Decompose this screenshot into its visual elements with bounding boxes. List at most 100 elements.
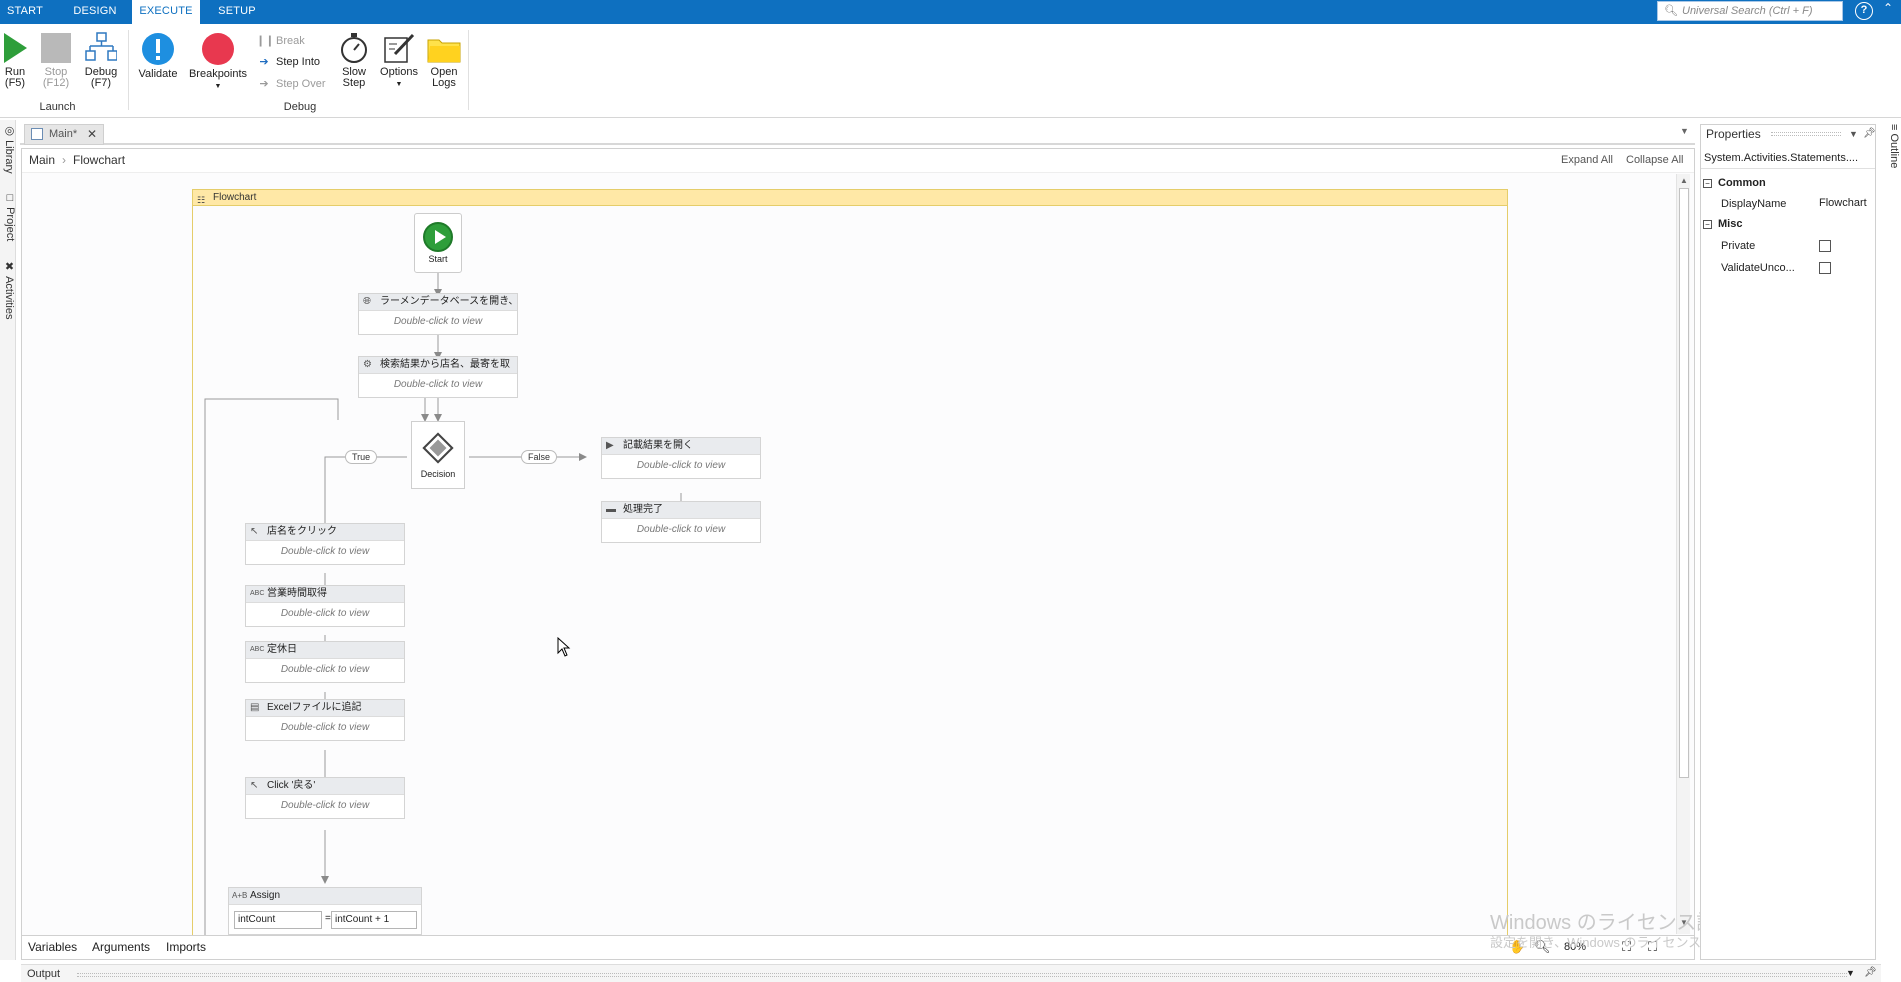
activity-assign[interactable]: A+B Assign intCount = intCount + 1 (228, 887, 422, 935)
activity-get-business-hours[interactable]: ABC 営業時間取得 Double-click to view (245, 585, 405, 627)
options-button[interactable]: Options ▼ (378, 32, 420, 90)
folder-icon (427, 39, 461, 63)
run-icon (4, 33, 27, 63)
slow-step-button[interactable]: Slow Step (336, 32, 372, 89)
assign-value-field[interactable]: intCount + 1 (331, 911, 417, 929)
step-over-button[interactable]: ➔ Step Over (256, 75, 325, 93)
flowchart-container[interactable]: ☷ Flowchart Start 🌐︎ ラーメンデータベースを開き、 Doub… (192, 189, 1508, 935)
designer-header: Main › Flowchart Expand All Collapse All (22, 149, 1694, 173)
display-name-value[interactable]: Flowchart (1819, 197, 1867, 209)
breakpoint-icon (202, 33, 234, 65)
activity-open-results[interactable]: ▶ 記載結果を開く Double-click to view (601, 437, 761, 479)
breadcrumb-item-main[interactable]: Main (29, 153, 55, 167)
close-icon[interactable]: ✕ (87, 125, 97, 144)
universal-search-input[interactable]: 🔍︎ Universal Search (Ctrl + F) (1657, 1, 1843, 21)
expand-all-link[interactable]: Expand All (1561, 154, 1613, 166)
chevron-down-icon: ▼ (214, 83, 222, 90)
scroll-up-icon[interactable]: ▲ (1680, 176, 1688, 185)
properties-panel: Properties ▼ 📌︎ System.Activities.Statem… (1700, 124, 1876, 960)
activity-append-excel[interactable]: ▤ Excelファイルに追記 Double-click to view (245, 699, 405, 741)
mouse-cursor-icon (557, 637, 571, 657)
activity-click-back[interactable]: ↖ Click '戻る' Double-click to view (245, 777, 405, 819)
document-tab-main[interactable]: Main* ✕ (24, 124, 104, 145)
assign-to-field[interactable]: intCount (234, 911, 322, 929)
activities-panel-tab[interactable]: ✖ Activities (0, 260, 16, 319)
get-text-icon: ABC (250, 646, 265, 653)
collapse-ribbon-icon[interactable]: ⌃ (1883, 1, 1893, 15)
cursor-icon: ↖ (250, 780, 259, 791)
pause-icon: ❙❙ (256, 35, 275, 47)
assign-icon: A+B (232, 891, 248, 900)
breadcrumb-item-flowchart[interactable]: Flowchart (73, 153, 125, 167)
library-panel-tab[interactable]: ◎ Library (0, 124, 16, 174)
arguments-tab[interactable]: Arguments (92, 940, 150, 954)
activity-get-search-results[interactable]: ⚙ 検索結果から店名、最寄を取 Double-click to view (358, 356, 518, 398)
collapse-icon[interactable]: − (1703, 179, 1712, 188)
run-button[interactable]: Run (F5) (0, 32, 30, 89)
library-icon: ◎ (3, 124, 15, 137)
step-into-button[interactable]: ➔ Step Into (256, 53, 320, 71)
collapse-icon[interactable]: − (1703, 220, 1712, 229)
panel-menu-chevron-icon[interactable]: ▼ (1846, 968, 1855, 978)
activity-process-complete[interactable]: ▬ 処理完了 Double-click to view (601, 501, 761, 543)
cursor-icon: ↖ (250, 526, 259, 537)
assign-equals-sign: = (325, 913, 331, 924)
project-panel-tab[interactable]: □ Project (0, 192, 16, 241)
decision-node[interactable]: Decision (411, 421, 465, 489)
help-button[interactable]: ? (1855, 2, 1873, 20)
tab-setup[interactable]: SETUP (210, 0, 264, 24)
validate-unconnected-checkbox[interactable] (1819, 262, 1831, 274)
debug-group-label: Debug (283, 101, 317, 113)
collapse-all-link[interactable]: Collapse All (1626, 154, 1683, 166)
step-over-icon: ➔ (259, 78, 269, 90)
pin-icon[interactable]: 📌︎ (1863, 125, 1876, 143)
decision-diamond-icon (422, 432, 454, 464)
activities-icon: ✖ (3, 260, 15, 273)
panel-grip (1771, 132, 1841, 136)
imports-tab[interactable]: Imports (166, 940, 206, 954)
tab-design[interactable]: DESIGN (66, 0, 124, 24)
category-misc[interactable]: − Misc (1703, 218, 1742, 230)
panel-grip (77, 973, 1847, 977)
stop-button[interactable]: Stop (F12) (40, 32, 72, 89)
variables-tab[interactable]: Variables (28, 940, 77, 954)
validate-icon (142, 33, 174, 65)
activity-open-ramen-db[interactable]: 🌐︎ラーメンデータベースを開き、「ラ- Double-click to view (358, 293, 518, 335)
output-panel-header[interactable]: Output ▼ 📌︎ (21, 964, 1881, 982)
designer-canvas[interactable]: ☷ Flowchart Start 🌐︎ ラーメンデータベースを開き、 Doub… (22, 174, 1694, 935)
false-branch-label[interactable]: False (521, 450, 558, 464)
activity-click-shop-name[interactable]: ↖ 店名をクリック Double-click to view (245, 523, 405, 565)
designer-vertical-scrollbar[interactable]: ▲ ▼ (1676, 174, 1690, 934)
debug-button[interactable]: Debug (F7) (82, 32, 120, 89)
tab-start[interactable]: START (0, 0, 50, 24)
launch-group-label: Launch (39, 101, 76, 113)
panel-menu-chevron-icon[interactable]: ▼ (1849, 125, 1858, 143)
property-validate-unconnected: ValidateUnco... (1721, 262, 1871, 274)
stop-icon (41, 33, 71, 63)
search-icon: 🔍︎ (1664, 5, 1678, 17)
scrollbar-thumb[interactable] (1679, 188, 1689, 778)
break-button[interactable]: ❙❙ Break (256, 32, 305, 50)
left-panel-strip: ◎ Library □ Project ✖ Activities (0, 120, 16, 960)
ribbon: Run (F5) Stop (F12) Debug (F7) Launch Va… (0, 24, 1901, 118)
chevron-right-icon: › (62, 153, 67, 167)
outline-panel-tab[interactable]: ≡ Outline (1884, 124, 1900, 168)
start-node[interactable]: Start (414, 213, 462, 273)
private-checkbox[interactable] (1819, 240, 1831, 252)
message-icon: ▬ (606, 504, 616, 515)
pin-icon[interactable]: 📌︎ (1864, 967, 1877, 978)
stopwatch-icon (341, 33, 367, 63)
true-branch-label[interactable]: True (345, 450, 378, 464)
category-common[interactable]: − Common (1703, 177, 1766, 189)
options-pencil-icon (384, 33, 415, 63)
breakpoints-button[interactable]: Breakpoints ▼ (186, 32, 250, 92)
debug-flow-icon (85, 32, 117, 61)
validate-button[interactable]: Validate (136, 32, 180, 80)
search-placeholder: Universal Search (Ctrl + F) (1682, 5, 1813, 17)
tab-execute[interactable]: EXECUTE (132, 0, 200, 24)
tab-menu-chevron-icon[interactable]: ▼ (1680, 126, 1689, 136)
breadcrumb: Main › Flowchart (29, 153, 125, 167)
outline-icon: ≡ (1888, 124, 1900, 131)
activity-closed-day[interactable]: ABC 定休日 Double-click to view (245, 641, 405, 683)
open-logs-button[interactable]: Open Logs (426, 32, 462, 89)
